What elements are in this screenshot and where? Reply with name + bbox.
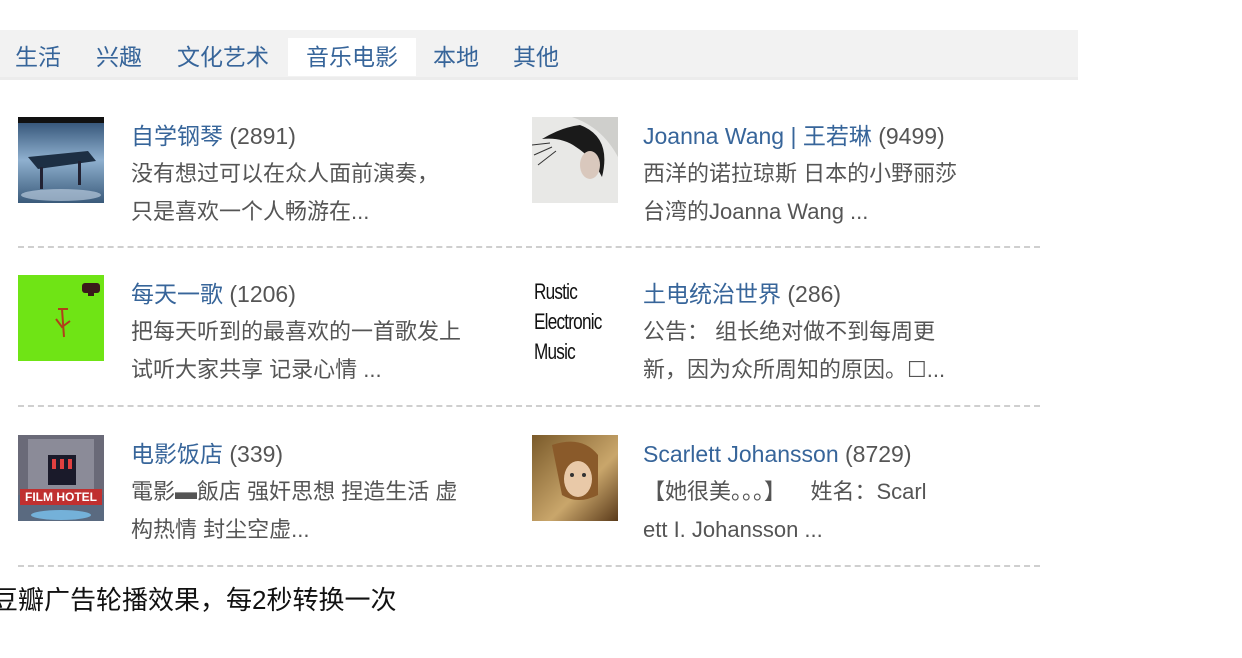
tab-life[interactable]: 生活 xyxy=(6,38,70,76)
group-thumbnail[interactable] xyxy=(532,117,618,203)
item-divider xyxy=(18,246,1040,248)
tabbar-underline xyxy=(0,77,1078,80)
group-description: 只是喜欢一个人畅游在... xyxy=(131,199,370,224)
item-divider xyxy=(18,405,1040,407)
group-title-link[interactable]: 土电统治世界 xyxy=(643,281,781,307)
thumbnail-text: Music xyxy=(534,339,576,361)
group-description: ett I. Johansson ... xyxy=(643,517,823,542)
group-thumbnail[interactable]: Rustic Electronic Music xyxy=(532,275,618,361)
group-description: 公告： 组长绝对做不到每周更 xyxy=(643,319,936,344)
group-title-link[interactable]: 每天一歌 xyxy=(131,281,223,307)
group-title-link[interactable]: 电影饭店 xyxy=(131,441,223,467)
member-count: (1206) xyxy=(229,281,296,307)
group-description: 新，因为众所周知的原因。☐... xyxy=(643,357,946,382)
tab-interest[interactable]: 兴趣 xyxy=(87,38,151,76)
thumbnail-text: FILM HOTEL xyxy=(20,489,102,505)
group-description: 把每天听到的最喜欢的一首歌发上 xyxy=(131,319,462,344)
member-count: (8729) xyxy=(845,441,912,467)
group-title-link[interactable]: 自学钢琴 xyxy=(131,123,223,149)
member-count: (2891) xyxy=(229,123,296,149)
group-description: 【她很美。。。】 姓名：Scarl xyxy=(643,479,927,504)
member-count: (286) xyxy=(787,281,842,307)
group-thumbnail[interactable] xyxy=(18,275,104,361)
group-title-link[interactable]: Scarlett Johansson xyxy=(643,441,839,467)
group-thumbnail[interactable] xyxy=(18,117,104,203)
group-description: 台湾的Joanna Wang ... xyxy=(643,199,869,224)
thumbnail-text: Electronic xyxy=(534,309,602,334)
group-item: Joanna Wang | 王若琳 (9499) 西洋的诺拉琼斯 日本的小野丽莎… xyxy=(532,117,1032,247)
group-description: 试听大家共享 记录心情 ... xyxy=(131,357,382,382)
thumbnail-text: Rustic xyxy=(534,279,578,304)
group-description: 電影▬飯店 强奸思想 捏造生活 虚 xyxy=(131,479,458,504)
group-thumbnail[interactable] xyxy=(532,435,618,521)
tab-local[interactable]: 本地 xyxy=(424,38,488,76)
group-thumbnail[interactable]: FILM HOTEL xyxy=(18,435,104,521)
group-title-link[interactable]: Joanna Wang | 王若琳 xyxy=(643,123,872,149)
category-tabbar: 生活 兴趣 文化艺术 音乐电影 本地 其他 xyxy=(0,30,1078,80)
tab-culture-art[interactable]: 文化艺术 xyxy=(168,38,278,76)
item-divider xyxy=(18,565,1040,567)
group-item: Rustic Electronic Music 土电统治世界 (286) 公告：… xyxy=(532,275,1032,405)
tab-music-film[interactable]: 音乐电影 xyxy=(288,38,416,76)
tab-other[interactable]: 其他 xyxy=(504,38,568,76)
group-description: 构热情 封尘空虚... xyxy=(131,517,310,542)
member-count: (339) xyxy=(229,441,284,467)
group-item: FILM HOTEL 电影饭店 (339) 電影▬飯店 强奸思想 捏造生活 虚 … xyxy=(18,435,518,565)
footer-caption: 豆瓣广告轮播效果，每2秒转换一次 xyxy=(0,585,397,615)
group-item: 每天一歌 (1206) 把每天听到的最喜欢的一首歌发上 试听大家共享 记录心情 … xyxy=(18,275,518,405)
group-item: 自学钢琴 (2891) 没有想过可以在众人面前演奏， 只是喜欢一个人畅游在... xyxy=(18,117,518,247)
group-description: 西洋的诺拉琼斯 日本的小野丽莎 xyxy=(643,161,958,186)
group-description: 没有想过可以在众人面前演奏， xyxy=(131,161,440,186)
member-count: (9499) xyxy=(878,123,945,149)
group-item: Scarlett Johansson (8729) 【她很美。。。】 姓名：Sc… xyxy=(532,435,1032,565)
